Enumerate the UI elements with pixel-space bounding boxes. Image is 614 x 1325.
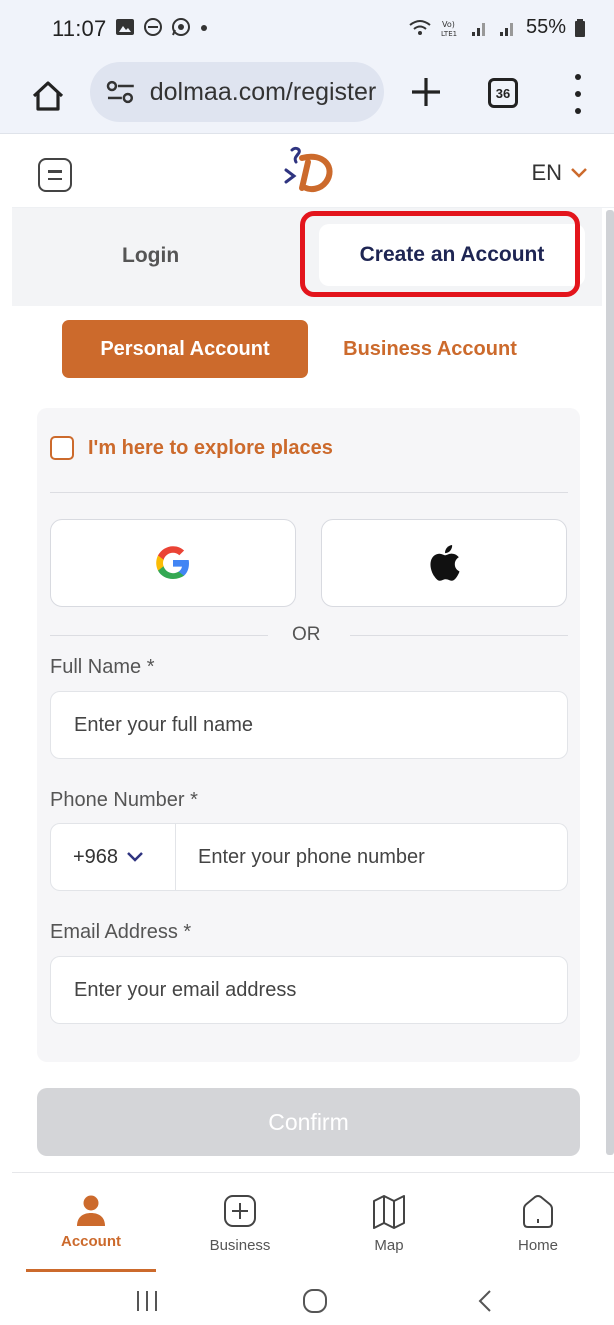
nav-map-label: Map — [374, 1237, 404, 1254]
language-selector[interactable]: EN — [531, 160, 588, 186]
nav-map[interactable]: Map — [334, 1193, 444, 1254]
browser-menu-icon[interactable] — [570, 74, 586, 114]
email-label: Email Address * — [50, 921, 192, 943]
or-separator: OR — [50, 624, 568, 648]
dot-icon — [201, 25, 207, 31]
nav-business[interactable]: Business — [185, 1193, 295, 1254]
page-scrollbar[interactable] — [606, 210, 614, 1155]
home-button-icon[interactable] — [302, 1288, 328, 1314]
battery-percent: 55% — [525, 16, 566, 38]
nav-home-label: Home — [517, 1237, 558, 1254]
chevron-down-icon — [571, 168, 587, 178]
explore-checkbox[interactable] — [50, 436, 74, 460]
volte-icon: Vo)LTE1 — [441, 20, 457, 38]
browser-toolbar: dolmaa.com/register 36 — [0, 60, 614, 134]
business-account-button[interactable]: Business Account — [320, 320, 540, 378]
signal-icon — [471, 22, 485, 36]
country-code: +968 — [73, 845, 119, 868]
side-menu-icon[interactable] — [38, 158, 72, 192]
signal-icon-2 — [499, 22, 513, 36]
whatsapp-icon — [172, 18, 190, 36]
battery-icon — [575, 18, 585, 37]
apple-signin-button[interactable] — [321, 519, 567, 607]
url-text: dolmaa.com/register — [149, 77, 377, 106]
map-icon — [373, 1195, 405, 1229]
full-name-input[interactable] — [50, 691, 568, 759]
status-system-icons: Vo) LTE1 55% — [408, 16, 586, 39]
tab-count: 36 — [495, 85, 511, 101]
nav-home[interactable]: Home — [483, 1193, 593, 1254]
explore-label: I'm here to explore places — [88, 436, 333, 459]
country-code-selector[interactable]: +968 — [50, 823, 176, 891]
new-tab-icon[interactable] — [408, 74, 444, 110]
status-notification-icons — [115, 17, 209, 37]
personal-account-button[interactable]: Personal Account — [62, 320, 308, 378]
gallery-icon — [116, 19, 134, 35]
google-icon — [156, 546, 189, 579]
email-input[interactable] — [50, 956, 568, 1024]
personal-account-label: Personal Account — [100, 337, 270, 360]
home-icon[interactable] — [30, 78, 66, 114]
apple-icon — [430, 545, 460, 581]
status-bar: 11:07 Vo) LTE1 55% — [0, 0, 614, 60]
nav-account-label: Account — [61, 1233, 121, 1250]
svg-text:LTE1: LTE1 — [441, 30, 457, 38]
nav-account[interactable]: Account — [36, 1193, 146, 1250]
svg-text:Vo): Vo) — [442, 20, 455, 29]
full-name-label: Full Name * — [50, 656, 155, 678]
recent-apps-icon[interactable] — [134, 1288, 160, 1314]
or-text: OR — [292, 624, 321, 645]
dnd-icon — [144, 18, 162, 36]
dolmaa-logo[interactable] — [280, 144, 340, 196]
site-header: EN — [12, 134, 614, 208]
plus-square-icon — [224, 1195, 256, 1227]
phone-number-input[interactable] — [176, 823, 568, 891]
person-icon — [77, 1195, 105, 1226]
tab-switcher-button[interactable]: 36 — [488, 78, 518, 108]
system-navigation-bar — [0, 1272, 614, 1325]
google-signin-button[interactable] — [50, 519, 296, 607]
site-settings-icon[interactable] — [104, 78, 138, 106]
language-code: EN — [531, 160, 562, 185]
confirm-button[interactable]: Confirm — [37, 1088, 580, 1156]
phone-number-label: Phone Number * — [50, 789, 198, 811]
highlight-annotation — [300, 211, 580, 297]
bottom-navigation: Account Business Map Home — [12, 1172, 614, 1272]
back-icon[interactable] — [474, 1288, 496, 1314]
home-icon — [523, 1195, 553, 1228]
tab-login[interactable]: Login — [122, 244, 179, 268]
chevron-down-icon — [127, 852, 143, 862]
business-account-label: Business Account — [343, 337, 517, 360]
wifi-icon — [409, 19, 431, 35]
nav-business-label: Business — [209, 1237, 271, 1254]
explore-checkbox-row[interactable]: I'm here to explore places — [50, 436, 333, 460]
divider — [50, 492, 568, 493]
status-time: 11:07 — [52, 16, 107, 41]
address-bar[interactable]: dolmaa.com/register — [90, 62, 384, 122]
